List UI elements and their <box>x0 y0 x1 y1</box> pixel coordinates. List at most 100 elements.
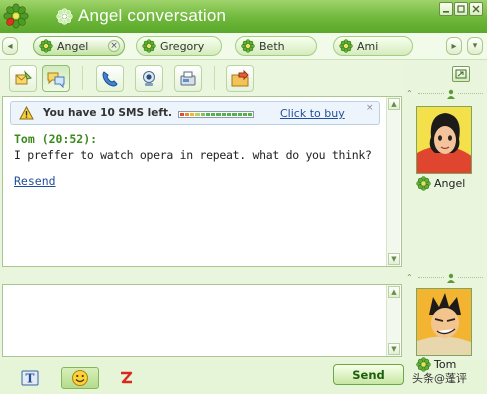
online-flower-icon <box>416 176 431 191</box>
chat-scrollbar[interactable]: ▲ ▼ <box>386 97 400 266</box>
sms-meter-segment <box>237 113 242 116</box>
scroll-up-button[interactable]: ▲ <box>388 98 400 110</box>
sms-meter-segment <box>221 113 227 116</box>
local-contact-name: Tom <box>416 357 456 372</box>
angel-avatar-icon <box>417 107 471 173</box>
chat-history-pane[interactable]: You have 10 SMS left. Click to buy × Tom… <box>2 96 402 267</box>
flower-status-icon <box>56 8 73 25</box>
tom-avatar-icon <box>417 289 471 355</box>
chevron-right-icon: ▸ <box>451 40 457 52</box>
online-flower-icon <box>241 39 255 53</box>
collapse-icon: ⌃ <box>406 273 413 282</box>
minimize-button[interactable] <box>439 2 453 16</box>
zoom-icon <box>121 371 133 384</box>
tab-gregory[interactable]: Gregory <box>136 36 222 56</box>
close-icon[interactable]: × <box>366 104 375 113</box>
sms-meter-segment <box>179 113 184 116</box>
watermark-text: 头条@蓬评 <box>412 372 467 385</box>
fax-button[interactable] <box>174 65 202 92</box>
sms-meter-segment <box>242 113 248 116</box>
collapse-icon: ⌃ <box>406 89 413 98</box>
chevron-down-icon: ▾ <box>472 41 478 51</box>
icq-flower-logo-icon[interactable] <box>3 3 29 29</box>
input-scrollbar[interactable]: ▲ ▼ <box>386 285 400 356</box>
emoticons-button[interactable] <box>61 367 99 389</box>
conversation-toolbar <box>0 60 404 96</box>
expand-icon <box>455 69 467 79</box>
contact-name-label: Tom <box>434 358 457 371</box>
arrow-up-icon: ▲ <box>391 100 397 108</box>
svg-text:T: T <box>26 372 35 386</box>
tab-label: Beth <box>259 39 285 53</box>
font-icon: T <box>21 370 39 386</box>
call-button[interactable] <box>96 65 124 92</box>
resend-link[interactable]: Resend <box>14 174 56 188</box>
sms-meter-segment <box>227 113 232 116</box>
phone-icon <box>102 70 118 87</box>
send-button[interactable]: Send <box>333 364 404 385</box>
person-icon <box>446 273 455 283</box>
online-flower-icon <box>39 39 53 53</box>
tab-beth[interactable]: Beth <box>235 36 317 56</box>
composer-toolbar: T Send 头条@蓬评 <box>0 360 487 394</box>
sms-meter-segment <box>216 113 221 116</box>
sms-meter-segment <box>184 113 190 116</box>
minimize-icon <box>443 11 449 13</box>
sms-meter-segment <box>232 113 237 116</box>
font-button[interactable]: T <box>18 367 42 389</box>
tab-close-icon[interactable]: × <box>108 40 120 52</box>
sms-remaining-text: You have 10 SMS left. <box>43 107 172 119</box>
send-file-icon <box>231 69 249 86</box>
arrow-down-icon: ▼ <box>391 345 397 353</box>
online-flower-icon <box>416 357 431 372</box>
smiley-icon <box>72 370 88 386</box>
maximize-icon <box>457 5 465 13</box>
scroll-down-button[interactable]: ▼ <box>388 343 400 355</box>
fax-icon <box>180 71 196 85</box>
remote-contact-strip[interactable]: ⌃ <box>406 88 485 99</box>
tab-label: Gregory <box>160 39 205 53</box>
chat-mode-icon <box>47 72 65 88</box>
detach-panel-button[interactable] <box>452 66 470 82</box>
sms-meter-segment <box>200 113 205 116</box>
sms-meter-segment <box>205 113 211 116</box>
sms-meter-segment <box>190 113 195 116</box>
tabs-menu-button[interactable]: ▾ <box>467 37 483 55</box>
scroll-down-button[interactable]: ▼ <box>388 253 400 265</box>
message-input[interactable]: ▲ ▼ <box>2 284 402 357</box>
toolbar-separator <box>214 66 215 90</box>
contact-name-label: Angel <box>434 177 466 190</box>
tabs-scroll-left-button[interactable]: ◂ <box>2 37 18 55</box>
contact-panel: ⌃ Angel ⌃ Tom <box>404 60 487 372</box>
tab-ami[interactable]: Ami <box>333 36 413 56</box>
close-icon <box>472 5 480 13</box>
video-button[interactable] <box>135 65 163 92</box>
maximize-button[interactable] <box>454 2 468 16</box>
zoom-button[interactable] <box>114 367 138 389</box>
local-contact-strip[interactable]: ⌃ <box>406 272 485 283</box>
send-file-button[interactable] <box>226 65 254 92</box>
sms-meter-segment <box>211 113 216 116</box>
online-flower-icon <box>339 39 353 53</box>
toolbar-separator <box>82 66 83 90</box>
sms-credit-meter <box>178 111 254 118</box>
title-bar: Angel conversation <box>0 0 487 33</box>
message-text: I preffer to watch opera in repeat. what… <box>14 148 372 162</box>
remote-contact-name: Angel <box>416 176 465 191</box>
tab-label: Angel <box>57 39 89 53</box>
arrow-down-icon: ▼ <box>391 255 397 263</box>
scroll-up-button[interactable]: ▲ <box>388 286 400 298</box>
window-title: Angel conversation <box>78 6 227 25</box>
avatar-tom[interactable] <box>416 288 472 356</box>
tabs-scroll-right-button[interactable]: ▸ <box>446 37 462 55</box>
chat-mode-button[interactable] <box>42 65 70 92</box>
chevron-left-icon: ◂ <box>7 40 13 52</box>
close-button[interactable] <box>469 2 483 16</box>
tab-angel[interactable]: Angel × <box>33 36 125 56</box>
avatar-angel[interactable] <box>416 106 472 174</box>
buy-sms-link[interactable]: Click to buy <box>280 107 345 120</box>
conversation-tabs: ◂ Angel × Gregory Beth Ami ▸ ▾ <box>0 33 487 60</box>
webcam-icon <box>143 70 155 86</box>
message-mode-button[interactable] <box>9 65 37 92</box>
online-flower-icon <box>142 39 156 53</box>
